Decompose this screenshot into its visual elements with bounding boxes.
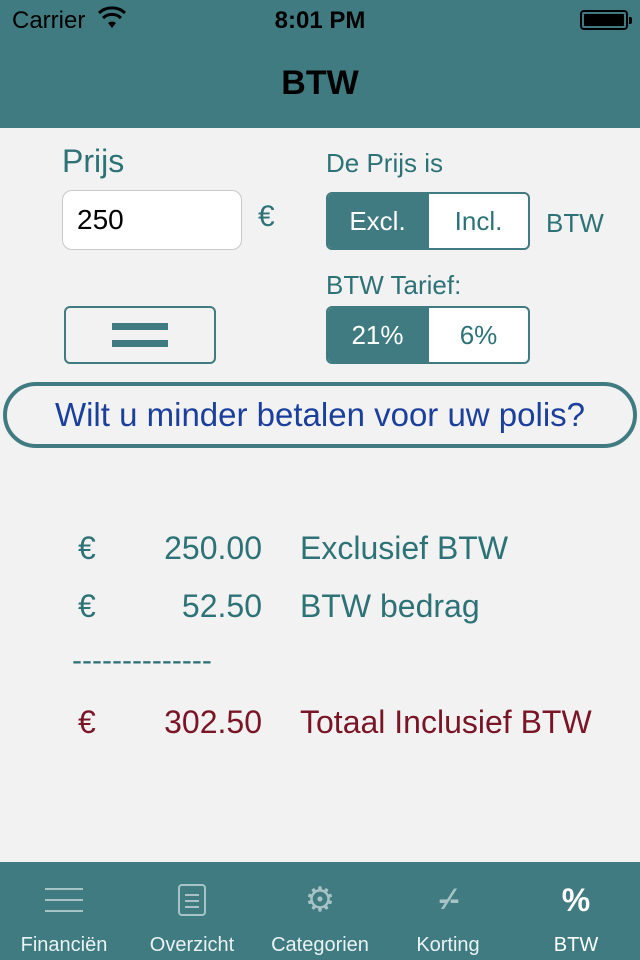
currency-label: € — [78, 704, 96, 740]
calculate-button[interactable] — [64, 306, 216, 364]
result-row-excl: € 250.00 Exclusief BTW — [0, 530, 640, 570]
amount-total: 302.50 — [164, 704, 262, 740]
tab-label: Categorien — [271, 934, 369, 956]
label-btw: BTW bedrag — [300, 588, 480, 624]
tab-btw[interactable]: % BTW — [512, 862, 640, 960]
tab-overzicht[interactable]: Overzicht — [128, 862, 256, 960]
label-total: Totaal Inclusief BTW — [300, 704, 592, 740]
equals-icon — [112, 323, 168, 347]
result-separator: -------------- — [72, 644, 212, 677]
result-row-total: € 302.50 Totaal Inclusief BTW — [0, 704, 640, 744]
result-row-btw: € 52.50 BTW bedrag — [0, 588, 640, 628]
price-label: Prijs — [62, 143, 125, 179]
segment-incl[interactable]: Incl. — [427, 194, 528, 248]
document-icon — [170, 880, 214, 920]
amount-excl: 250.00 — [164, 530, 262, 566]
gear-icon: ⚙ — [304, 881, 336, 919]
rate-segmented-control[interactable]: 21% 6% — [326, 306, 530, 364]
currency-label: € — [78, 588, 96, 624]
currency-label: € — [258, 200, 275, 233]
btw-suffix-label: BTW — [546, 208, 604, 238]
currency-label: € — [78, 530, 96, 566]
korting-icon: -⁄- — [438, 883, 460, 916]
tab-label: Financiën — [20, 934, 108, 956]
status-time: 8:01 PM — [274, 7, 366, 34]
incl-excl-segmented-control[interactable]: Excl. Incl. — [326, 192, 530, 250]
tab-label: BTW — [553, 934, 599, 956]
battery-icon — [580, 10, 632, 30]
status-bar: Carrier 8:01 PM — [0, 0, 640, 40]
tab-korting[interactable]: -⁄- Korting — [384, 862, 512, 960]
tab-financien[interactable]: Financiën — [0, 862, 128, 960]
tab-label: Korting — [416, 934, 480, 956]
percent-icon: % — [561, 881, 591, 918]
lines-icon — [42, 880, 86, 920]
label-excl: Exclusief BTW — [300, 530, 509, 566]
segment-rate-6[interactable]: 6% — [427, 308, 528, 362]
promo-banner[interactable]: Wilt u minder betalen voor uw polis? — [3, 382, 637, 448]
rate-label: BTW Tarief: — [326, 270, 462, 300]
tab-bar: Financiën Overzicht ⚙ Categorien -⁄- Kor… — [0, 862, 640, 960]
segment-rate-21[interactable]: 21% — [328, 308, 427, 362]
navigation-header: Carrier 8:01 PM BTW — [0, 0, 640, 128]
tab-label: Overzicht — [149, 934, 235, 956]
amount-btw: 52.50 — [181, 588, 262, 624]
tab-categorien[interactable]: ⚙ Categorien — [256, 862, 384, 960]
price-is-label: De Prijs is — [326, 148, 444, 178]
page-title: BTW — [281, 64, 359, 102]
price-input[interactable] — [62, 190, 242, 250]
segment-excl[interactable]: Excl. — [328, 194, 427, 248]
